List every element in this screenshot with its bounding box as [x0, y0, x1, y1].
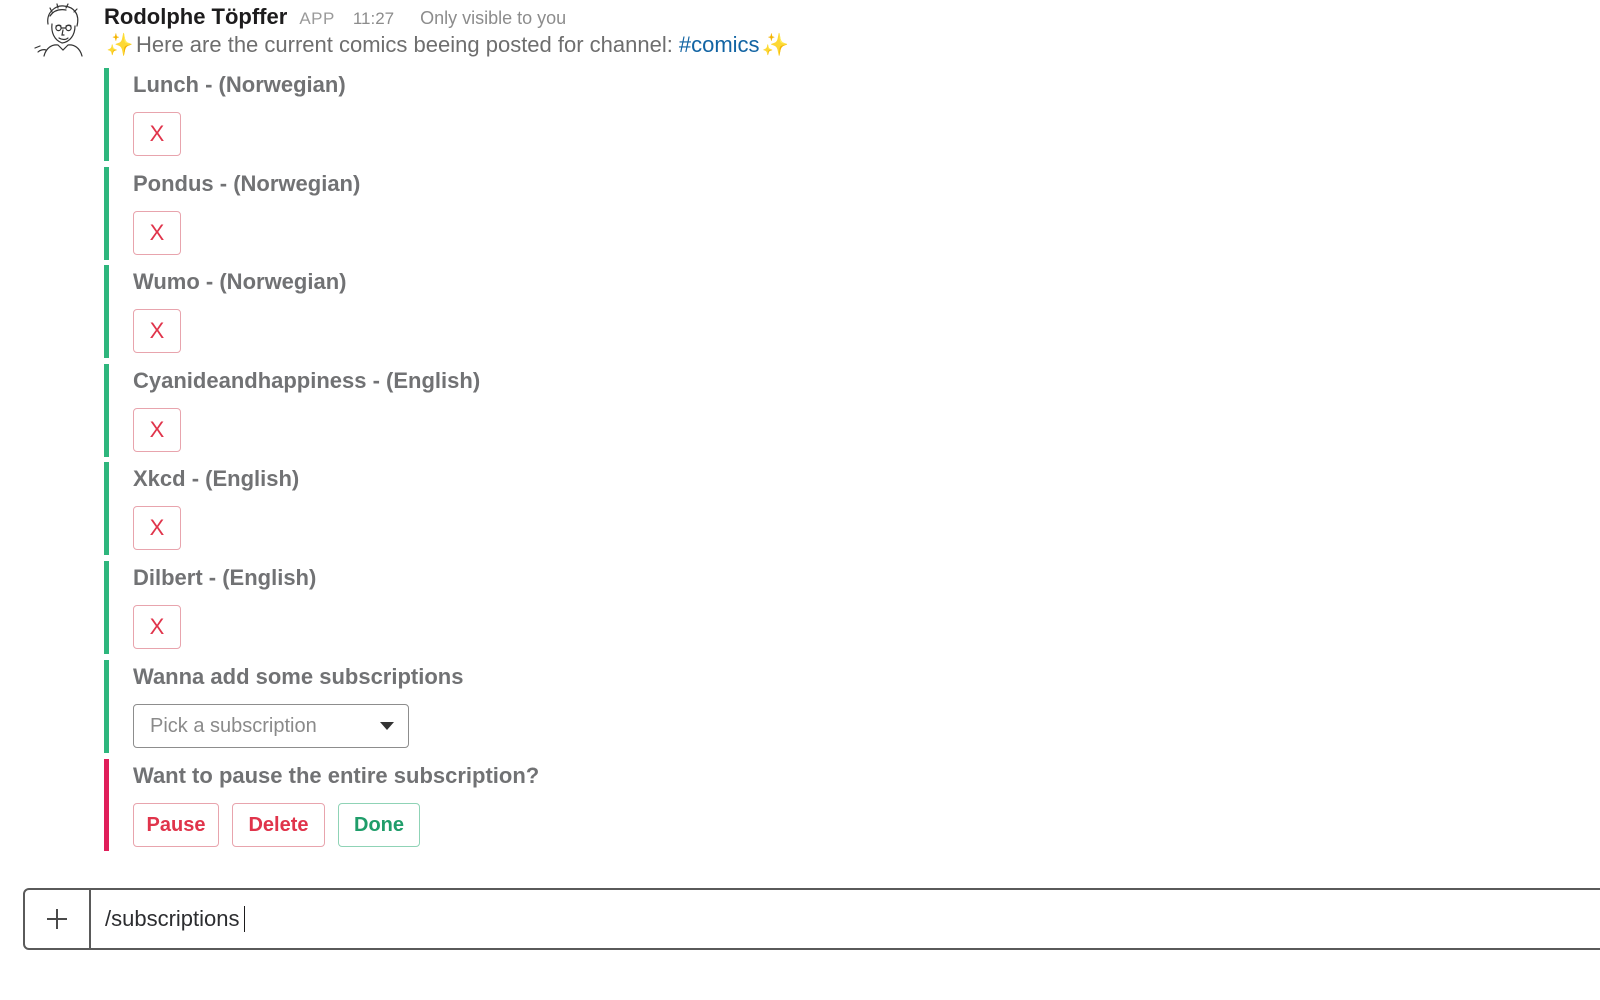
subscription-attachment: Dilbert - (English) X	[104, 561, 804, 654]
pause-section-title: Want to pause the entire subscription?	[133, 763, 540, 788]
app-badge: APP	[299, 9, 335, 28]
subscription-title: Lunch - (Norwegian)	[133, 72, 346, 97]
sparkles-icon: ✨	[761, 32, 790, 57]
sender-name[interactable]: Rodolphe Töpffer	[104, 4, 287, 30]
remove-subscription-button[interactable]: X	[133, 112, 181, 156]
remove-subscription-button[interactable]: X	[133, 408, 181, 452]
subscription-attachment: Lunch - (Norwegian) X	[104, 68, 804, 161]
message-input[interactable]: /subscriptions	[105, 902, 246, 936]
chevron-down-icon	[380, 722, 394, 730]
subscription-select-placeholder: Pick a subscription	[150, 714, 317, 737]
remove-subscription-button[interactable]: X	[133, 605, 181, 649]
remove-subscription-button[interactable]: X	[133, 211, 181, 255]
subscription-attachment: Cyanideandhappiness - (English) X	[104, 364, 804, 457]
add-subscription-title: Wanna add some subscriptions	[133, 664, 464, 689]
remove-subscription-button[interactable]: X	[133, 309, 181, 353]
pause-button[interactable]: Pause	[133, 803, 219, 847]
subscription-title: Xkcd - (English)	[133, 466, 300, 491]
done-button[interactable]: Done	[338, 803, 420, 847]
message-timestamp[interactable]: 11:27	[353, 9, 394, 29]
pause-subscription-attachment: Want to pause the entire subscription? P…	[104, 759, 804, 851]
subscription-attachment: Wumo - (Norwegian) X	[104, 265, 804, 358]
subscription-attachment: Pondus - (Norwegian) X	[104, 167, 804, 260]
pause-actions: Pause Delete Done	[133, 803, 420, 847]
remove-subscription-button[interactable]: X	[133, 506, 181, 550]
subscription-title: Cyanideandhappiness - (English)	[133, 368, 481, 393]
bot-avatar[interactable]	[30, 2, 90, 58]
plus-button[interactable]	[25, 890, 91, 948]
message-composer: /subscriptions	[23, 888, 1600, 950]
plus-icon	[47, 909, 67, 929]
message-input-text: /subscriptions	[105, 906, 240, 931]
sparkles-icon: ✨	[106, 32, 134, 57]
intro-text: Here are the current comics beeing poste…	[136, 32, 673, 57]
add-subscription-attachment: Wanna add some subscriptions Pick a subs…	[104, 660, 804, 753]
subscription-select[interactable]: Pick a subscription	[133, 704, 409, 748]
subscription-title: Dilbert - (English)	[133, 565, 317, 590]
slack-message-view: Rodolphe Töpffer APP 11:27 Only visible …	[0, 0, 1600, 1000]
subscription-attachment: Xkcd - (English) X	[104, 462, 804, 555]
message-header: Rodolphe Töpffer APP 11:27 Only visible …	[104, 4, 566, 32]
visibility-note: Only visible to you	[420, 8, 567, 28]
text-cursor	[243, 906, 246, 932]
subscription-title: Wumo - (Norwegian)	[133, 269, 347, 294]
delete-button[interactable]: Delete	[232, 803, 325, 847]
subscription-title: Pondus - (Norwegian)	[133, 171, 361, 196]
intro-line: ✨ Here are the current comics beeing pos…	[104, 30, 792, 60]
channel-link[interactable]: #comics	[679, 32, 760, 58]
